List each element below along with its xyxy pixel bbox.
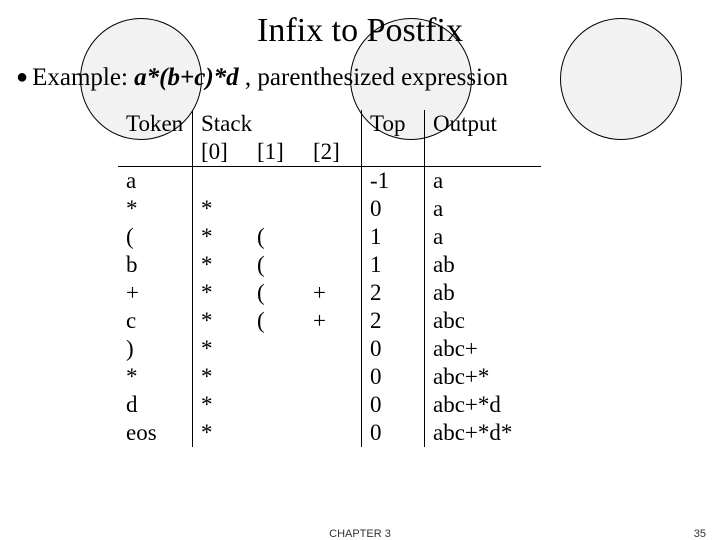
cell-output: a: [425, 223, 542, 251]
cell-token: a: [118, 167, 193, 196]
table-subheader-row: [0] [1] [2]: [118, 138, 541, 167]
cell-token: (: [118, 223, 193, 251]
col-stack: Stack: [193, 110, 362, 138]
table-row: ** 0a: [118, 195, 541, 223]
table-row: (*(1a: [118, 223, 541, 251]
cell-stack1: (: [249, 307, 305, 335]
cell-top: 0: [362, 391, 425, 419]
cell-token: +: [118, 279, 193, 307]
col-output: Output: [425, 110, 542, 138]
cell-top: 2: [362, 279, 425, 307]
table-row: eos* 0abc+*d*: [118, 419, 541, 447]
cell-stack2: [305, 363, 362, 391]
table-row: d* 0abc+*d: [118, 391, 541, 419]
example-expression: a*(b+c)*d: [134, 64, 239, 91]
cell-token: *: [118, 363, 193, 391]
cell-stack2: [305, 419, 362, 447]
cell-stack1: (: [249, 279, 305, 307]
cell-top: -1: [362, 167, 425, 196]
col-stack-0: [0]: [193, 138, 250, 167]
chapter-label: CHAPTER 3: [0, 528, 720, 540]
cell-stack1: [249, 335, 305, 363]
cell-top: 0: [362, 363, 425, 391]
cell-stack2: [305, 251, 362, 279]
cell-stack0: *: [193, 195, 250, 223]
cell-stack0: *: [193, 251, 250, 279]
cell-stack0: [193, 167, 250, 196]
cell-stack2: +: [305, 279, 362, 307]
cell-output: a: [425, 167, 542, 196]
cell-stack1: [249, 363, 305, 391]
cell-stack2: [305, 167, 362, 196]
cell-stack2: [305, 195, 362, 223]
table-row: )* 0abc+: [118, 335, 541, 363]
cell-stack0: *: [193, 307, 250, 335]
cell-stack2: +: [305, 307, 362, 335]
cell-top: 1: [362, 251, 425, 279]
cell-token: d: [118, 391, 193, 419]
cell-stack1: [249, 419, 305, 447]
cell-stack0: *: [193, 363, 250, 391]
cell-output: abc+*d: [425, 391, 542, 419]
table-row: +*(+2ab: [118, 279, 541, 307]
col-top-sub: [362, 138, 425, 167]
cell-output: abc+*d*: [425, 419, 542, 447]
cell-token: ): [118, 335, 193, 363]
col-token-sub: [118, 138, 193, 167]
slide-footer: CHAPTER 3 35: [0, 528, 720, 540]
table-row: ** 0abc+*: [118, 363, 541, 391]
cell-token: eos: [118, 419, 193, 447]
example-line: ●Example: a*(b+c)*d , parenthesized expr…: [16, 64, 720, 92]
cell-stack1: [249, 167, 305, 196]
col-output-sub: [425, 138, 542, 167]
cell-top: 0: [362, 419, 425, 447]
cell-output: a: [425, 195, 542, 223]
cell-token: b: [118, 251, 193, 279]
cell-output: ab: [425, 279, 542, 307]
cell-top: 0: [362, 335, 425, 363]
cell-stack0: *: [193, 335, 250, 363]
col-stack-2: [2]: [305, 138, 362, 167]
cell-stack0: *: [193, 223, 250, 251]
trace-table: Token Stack Top Output [0] [1] [2] a-1a*…: [118, 110, 541, 447]
cell-stack0: *: [193, 419, 250, 447]
page-title: Infix to Postfix: [0, 12, 720, 50]
cell-token: c: [118, 307, 193, 335]
cell-stack1: [249, 391, 305, 419]
table-row: c*(+2abc: [118, 307, 541, 335]
cell-stack2: [305, 391, 362, 419]
cell-output: abc+*: [425, 363, 542, 391]
cell-stack0: *: [193, 279, 250, 307]
cell-stack1: (: [249, 251, 305, 279]
bullet-icon: ●: [16, 66, 28, 88]
cell-output: abc: [425, 307, 542, 335]
col-top: Top: [362, 110, 425, 138]
cell-top: 1: [362, 223, 425, 251]
cell-stack2: [305, 335, 362, 363]
page-number: 35: [694, 528, 706, 540]
cell-output: ab: [425, 251, 542, 279]
col-stack-1: [1]: [249, 138, 305, 167]
cell-stack1: [249, 195, 305, 223]
cell-top: 2: [362, 307, 425, 335]
cell-stack2: [305, 223, 362, 251]
cell-top: 0: [362, 195, 425, 223]
col-token: Token: [118, 110, 193, 138]
table-header-row: Token Stack Top Output: [118, 110, 541, 138]
cell-stack1: (: [249, 223, 305, 251]
cell-stack0: *: [193, 391, 250, 419]
example-lead: Example:: [32, 64, 134, 91]
example-rest: , parenthesized expression: [239, 64, 508, 91]
cell-token: *: [118, 195, 193, 223]
cell-output: abc+: [425, 335, 542, 363]
table-row: a-1a: [118, 167, 541, 196]
table-row: b*(1ab: [118, 251, 541, 279]
